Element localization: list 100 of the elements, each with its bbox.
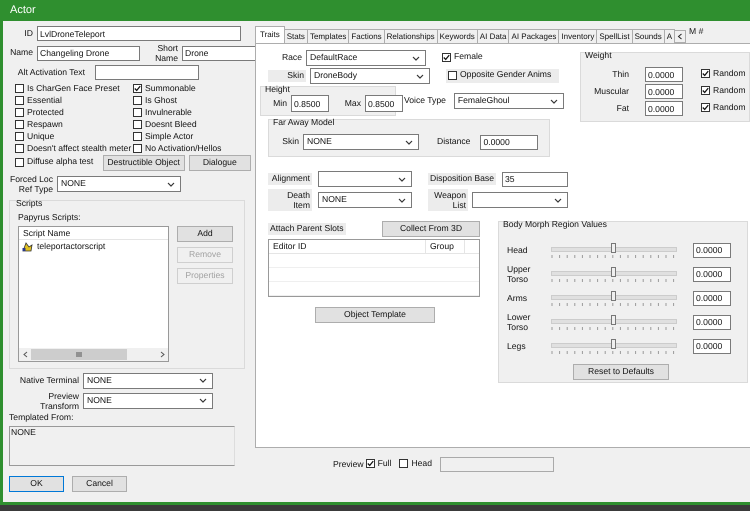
dropdown[interactable]: NONE [83,372,213,389]
chevron-icon [405,140,413,144]
checkbox[interactable]: Essential [15,95,133,106]
field-label: Disposition Base [428,173,496,185]
group-title: Height [265,85,290,95]
destructible-object-button[interactable]: Destructible Object [102,155,185,171]
dropdown[interactable] [472,192,568,208]
slider[interactable] [551,314,677,330]
field-label: Thin [611,70,629,80]
slider[interactable] [551,266,677,282]
dropdown[interactable]: NONE [318,192,412,208]
field-label: Legs [507,341,527,351]
slider-thumb[interactable] [611,291,616,301]
checkbox[interactable]: Diffuse alpha test [15,156,94,168]
checkbox[interactable]: No Activation/Hellos [133,143,245,154]
tab[interactable]: Templates [306,29,350,43]
checkbox[interactable]: Doesnt Bleed [133,119,245,130]
column-header: Script Name [19,226,168,240]
horizontal-scrollbar[interactable] [19,348,168,361]
dropdown[interactable]: DefaultRace [306,50,426,66]
tab[interactable]: SpellList [596,29,633,43]
dropdown[interactable]: NONE [303,134,419,150]
checkbox[interactable]: Respawn [15,119,133,130]
field-label: Alt Activation Text [16,68,85,78]
script-list[interactable]: Script Name teleportactorscript [18,226,169,362]
field-label: Max [344,98,361,108]
text-field[interactable]: Drone [182,46,256,60]
text-field[interactable]: 0.0000 [693,266,731,282]
tab[interactable]: Traits [255,26,285,43]
checkbox[interactable]: Random [701,68,746,80]
field-label: Templated From: [9,412,74,423]
text-field[interactable]: Changeling Drone [37,46,140,60]
column-header: Editor ID [269,240,426,253]
script-icon [22,242,33,252]
checkbox[interactable]: Full [366,458,392,470]
field-label: Weapon List [428,189,468,211]
object-template-button[interactable]: Object Template [315,307,435,323]
checkbox[interactable]: Head [399,458,432,470]
text-field[interactable]: 35 [502,172,568,186]
text-field[interactable]: 0.0000 [693,290,731,306]
checkbox[interactable]: Is CharGen Face Preset [15,83,133,94]
text-field[interactable]: 0.0000 [645,101,683,116]
field-label: Lower Torso [507,312,532,332]
slider[interactable] [551,242,677,258]
script-button[interactable]: Add [177,226,233,242]
checkbox[interactable]: Doesn't affect stealth meter [15,143,133,154]
slider-thumb[interactable] [611,267,616,277]
checkbox[interactable]: Female [442,52,483,63]
checkbox[interactable]: Random [701,102,746,114]
tab-scroll-button[interactable] [674,30,686,43]
list-item[interactable]: teleportactorscript [37,242,106,252]
text-field[interactable]: 0.0000 [693,314,731,330]
text-area[interactable]: NONE [9,426,235,466]
check-icon [366,459,374,468]
text-field[interactable] [95,65,199,80]
checkbox[interactable]: Is Ghost [133,95,245,106]
text-field[interactable]: 0.0000 [645,84,683,99]
text-field[interactable]: LvlDroneTeleport [37,26,241,41]
slider[interactable] [551,290,677,306]
dialogue-button[interactable]: Dialogue [188,155,251,171]
tab[interactable]: Inventory [558,29,598,43]
checkbox[interactable]: Protected [15,107,133,118]
text-field[interactable]: 0.8500 [365,95,403,112]
chevron-icon [412,56,420,60]
field-label: Alignment [268,173,312,185]
text-field[interactable]: 0.8500 [291,95,329,112]
section-label: Papyrus Scripts: [18,213,82,223]
dropdown[interactable]: DroneBody [310,68,430,84]
checkbox[interactable]: Simple Actor [133,131,245,142]
field-label: Muscular [593,86,629,96]
group-title: Weight [585,51,612,61]
text-field[interactable]: 0.0000 [480,134,538,150]
field-label: Race [280,53,302,63]
slider-thumb[interactable] [611,315,616,325]
dropdown[interactable]: NONE [57,176,181,192]
checkbox[interactable]: Random [701,85,746,96]
checkbox[interactable]: Invulnerable [133,107,245,118]
dropdown[interactable]: NONE [83,392,213,409]
reset-to-defaults-button[interactable]: Reset to Defaults [573,364,669,380]
checkbox[interactable]: Summonable [133,83,245,94]
tab[interactable]: Relationships [384,29,438,43]
slots-table[interactable]: Editor ID Group [268,239,480,297]
chevron-icon [167,182,175,186]
dropdown[interactable]: FemaleGhoul [454,93,564,109]
text-field[interactable]: 0.0000 [645,67,683,82]
group-title: Scripts [16,199,42,209]
text-field[interactable]: 0.0000 [693,338,731,354]
slider-thumb[interactable] [611,339,616,349]
ok-button[interactable]: OK [9,476,64,492]
slider-thumb[interactable] [611,243,616,253]
chevron-icon [398,198,406,202]
tab[interactable]: Keywords [436,29,478,43]
cancel-button[interactable]: Cancel [72,476,127,492]
text-field[interactable]: 0.0000 [693,242,731,258]
collect-from-3d-button[interactable]: Collect From 3D [382,221,480,237]
checkbox[interactable]: Unique [15,131,133,142]
tab[interactable]: AI Packages [508,29,560,43]
dropdown[interactable] [318,171,412,187]
slider[interactable] [551,338,677,354]
text-field[interactable] [440,457,554,472]
